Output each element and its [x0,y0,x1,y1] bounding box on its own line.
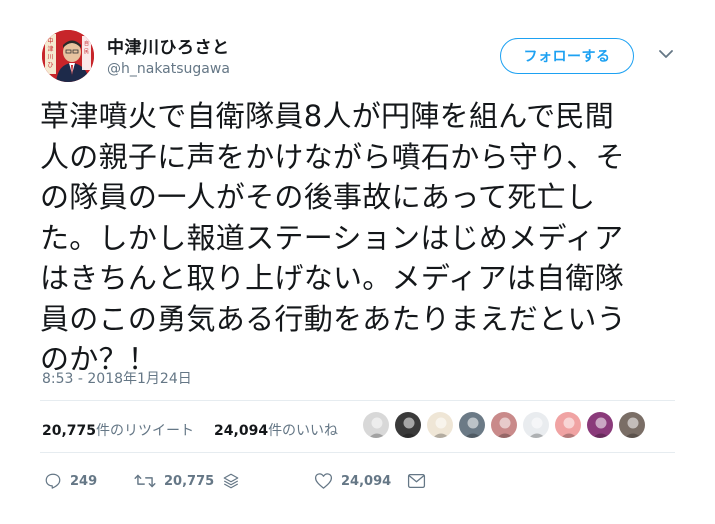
liker-avatar-5[interactable] [490,411,518,439]
svg-text:ひ: ひ [47,62,53,69]
svg-text:川: 川 [47,54,53,61]
tweet-text: 草津噴火で自衛隊員8人が円陣を組んで民間 人の親子に声をかけながら噴石から守り、… [40,99,627,376]
liker-avatar-8[interactable] [586,411,614,439]
like-stat[interactable]: 24,094件のいいね [214,420,338,440]
liker-avatar-1[interactable] [362,411,390,439]
liker-avatar-6[interactable] [522,411,550,439]
reply-action[interactable]: 249 [44,470,97,492]
divider [40,452,675,453]
liker-avatar-2[interactable] [394,411,422,439]
likers-avatars [362,411,646,439]
reply-icon [45,473,61,489]
svg-text:津: 津 [47,46,53,53]
divider [40,400,675,401]
stack-action[interactable] [222,470,240,492]
like-stat-label: 件のいいね [268,423,339,439]
svg-text:民: 民 [84,49,89,55]
user-avatar[interactable]: 中 津 川 ひ 自 民 [42,30,94,82]
liker-avatar-4[interactable] [458,411,486,439]
like-stat-count: 24,094 [214,423,269,439]
svg-text:自: 自 [84,40,89,47]
reply-count: 249 [70,473,98,489]
direct-message-action[interactable] [407,470,426,492]
like-action[interactable]: 24,094 [314,470,391,492]
liker-avatar-7[interactable] [554,411,582,439]
retweet-stat-count: 20,775 [42,423,97,439]
user-display-name[interactable]: 中津川ひろさと [107,33,230,58]
avatar-image: 中 津 川 ひ 自 民 [42,30,94,82]
heart-icon [314,473,333,489]
user-handle[interactable]: @h_nakatsugawa [107,61,230,77]
envelope-icon [407,474,426,488]
follow-button[interactable]: フォローする [500,38,634,74]
tweet-stats: 20,775件のリツイート 24,094件のいいね [42,420,338,440]
tweet-timestamp[interactable]: 8:53 - 2018年1月24日 [42,368,192,388]
stack-icon [223,473,239,489]
chevron-down-icon[interactable] [656,44,676,64]
liker-avatar-9[interactable] [618,411,646,439]
svg-text:中: 中 [47,37,53,45]
retweet-icon [134,474,156,488]
like-count: 24,094 [341,473,392,489]
retweet-stat[interactable]: 20,775件のリツイート [42,420,194,440]
retweet-count: 20,775 [164,473,215,489]
tweet-card: 中 津 川 ひ 自 民 中津川ひろさと @h_nakatsugawa フォローす… [0,0,715,524]
tweet-actions: 249 20,775 24,094 [44,470,684,492]
liker-avatar-3[interactable] [426,411,454,439]
retweet-stat-label: 件のリツイート [96,423,195,439]
retweet-action[interactable]: 20,775 [134,470,214,492]
